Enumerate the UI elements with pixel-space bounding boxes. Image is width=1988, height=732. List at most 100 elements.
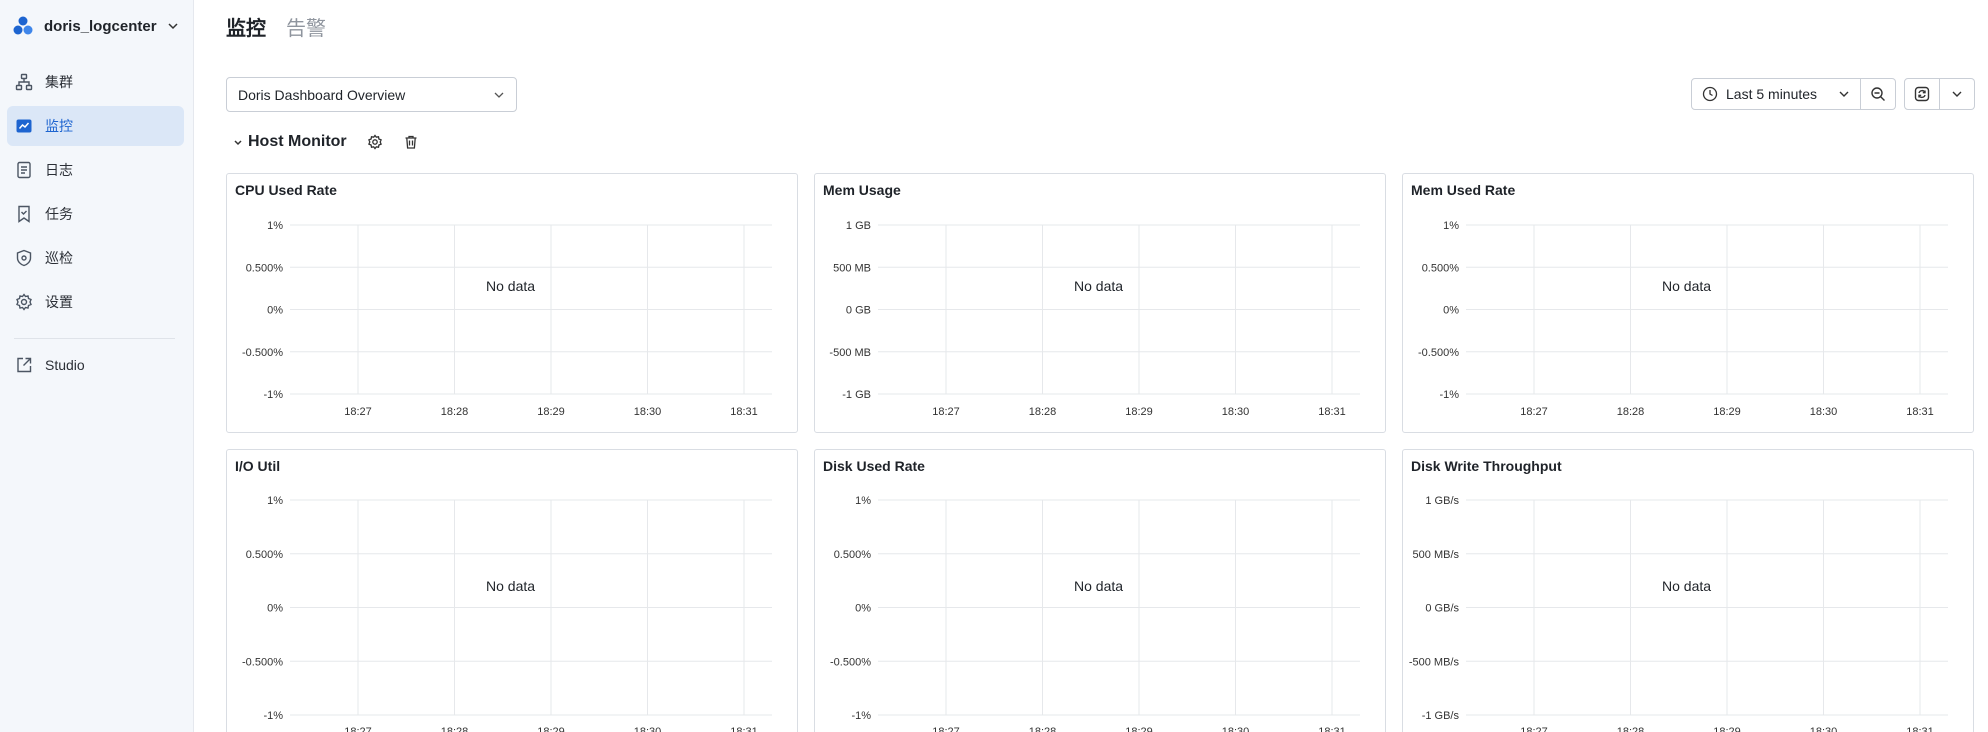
header-tabs: 监控 告警 <box>226 12 326 41</box>
sidebar-item-logs[interactable]: 日志 <box>7 150 184 190</box>
sidebar: doris_logcenter 集群 监控 日志 任务 巡检 设置 Studio <box>0 0 194 732</box>
y-tick-label: 0% <box>267 603 283 615</box>
x-tick-label: 18:28 <box>441 406 469 418</box>
x-tick-label: 18:31 <box>1906 406 1934 418</box>
refresh-interval-dropdown[interactable] <box>1940 78 1975 110</box>
y-tick-label: -0.500% <box>242 656 283 668</box>
sidebar-item-inspection[interactable]: 巡检 <box>7 238 184 278</box>
y-tick-label: 1% <box>267 495 283 507</box>
x-tick-label: 18:27 <box>1520 726 1548 732</box>
section-header: Host Monitor <box>232 130 419 154</box>
x-tick-label: 18:30 <box>634 726 662 732</box>
y-tick-label: 0% <box>267 305 283 317</box>
collapse-chevron-icon[interactable] <box>232 136 244 148</box>
x-tick-label: 18:30 <box>634 406 662 418</box>
x-tick-label: 18:31 <box>730 726 758 732</box>
sidebar-item-label: 集群 <box>45 74 73 90</box>
sidebar-item-label: 任务 <box>45 206 73 222</box>
sidebar-item-label: 巡检 <box>45 250 73 266</box>
dashboard-select[interactable]: Doris Dashboard Overview <box>226 77 517 112</box>
x-tick-label: 18:27 <box>932 406 960 418</box>
x-tick-label: 18:30 <box>1222 406 1250 418</box>
chart-panel-disk-used-rate: Disk Used Rate 1% 0.500% 0% -0.500% -1% 18:27 1… <box>814 449 1386 732</box>
sidebar-item-cluster[interactable]: 集群 <box>7 62 184 102</box>
y-tick-label: -500 MB/s <box>1409 656 1460 668</box>
tab-monitor[interactable]: 监控 <box>226 12 266 41</box>
no-data-label: No data <box>1074 278 1124 294</box>
sidebar-item-settings[interactable]: 设置 <box>7 282 184 322</box>
x-tick-label: 18:29 <box>537 726 565 732</box>
x-tick-label: 18:31 <box>1906 726 1934 732</box>
y-tick-label: 0.500% <box>1422 262 1460 274</box>
sidebar-item-label: Studio <box>45 357 85 373</box>
x-tick-label: 18:29 <box>1713 406 1741 418</box>
x-tick-label: 18:28 <box>1617 726 1645 732</box>
x-tick-label: 18:28 <box>1617 406 1645 418</box>
time-range-label: Last 5 minutes <box>1726 86 1818 102</box>
x-tick-label: 18:27 <box>344 726 372 732</box>
x-tick-label: 18:30 <box>1810 406 1838 418</box>
chart-panel-disk-write-throughput: Disk Write Throughput 1 GB/s 500 MB/s 0 GB/… <box>1402 449 1974 732</box>
y-tick-label: -1% <box>1439 389 1459 401</box>
chevron-down-icon <box>1952 91 1962 97</box>
refresh-icon <box>1914 86 1930 102</box>
tab-alerts[interactable]: 告警 <box>286 12 326 41</box>
x-tick-label: 18:28 <box>441 726 469 732</box>
y-tick-label: 1 GB <box>846 220 871 232</box>
x-tick-label: 18:29 <box>1713 726 1741 732</box>
bookmark-icon <box>15 205 33 223</box>
no-data-label: No data <box>1074 578 1124 594</box>
chart-panel-io-util: I/O Util 1% 0.500% 0% -0.500% -1% 18:27 18:28 18… <box>226 449 798 732</box>
sidebar-nav: 集群 监控 日志 任务 巡检 设置 <box>7 62 184 326</box>
x-tick-label: 18:28 <box>1029 726 1057 732</box>
section-delete-button[interactable] <box>403 134 419 150</box>
section-title: Host Monitor <box>248 133 347 150</box>
workspace-name: doris_logcenter <box>44 17 157 35</box>
no-data-label: No data <box>486 278 536 294</box>
document-icon <box>15 161 33 179</box>
x-tick-label: 18:29 <box>1125 406 1153 418</box>
sidebar-item-tasks[interactable]: 任务 <box>7 194 184 234</box>
y-tick-label: 0.500% <box>246 262 284 274</box>
y-tick-label: -0.500% <box>1418 347 1459 359</box>
refresh-button[interactable] <box>1904 78 1940 110</box>
y-tick-label: 1% <box>1443 220 1459 232</box>
y-tick-label: 0% <box>1443 305 1459 317</box>
y-tick-label: 0 GB/s <box>1425 603 1459 615</box>
y-tick-label: -0.500% <box>830 656 871 668</box>
dashboard-select-value: Doris Dashboard Overview <box>238 86 406 103</box>
y-tick-label: 500 MB <box>833 262 871 274</box>
x-tick-label: 18:29 <box>1125 726 1153 732</box>
time-range-picker[interactable]: Last 5 minutes <box>1691 78 1861 110</box>
sidebar-item-monitor[interactable]: 监控 <box>7 106 184 146</box>
y-tick-label: -0.500% <box>242 347 283 359</box>
x-tick-label: 18:31 <box>730 406 758 418</box>
chart-panel-cpu-used-rate: CPU Used Rate 1% 0.500% 0% -0.500% -1% 18:27 18… <box>226 173 798 433</box>
gear-icon <box>367 134 382 150</box>
y-tick-label: -1 GB <box>842 389 871 401</box>
refresh-group <box>1904 78 1975 110</box>
sidebar-item-studio[interactable]: Studio <box>7 345 184 385</box>
chart-icon <box>15 117 33 135</box>
chart-plot: 1 GB 500 MB 0 GB -500 MB -1 GB 18:27 18:28 18:2… <box>829 220 1360 418</box>
y-tick-label: -1% <box>263 389 283 401</box>
x-tick-label: 18:27 <box>932 726 960 732</box>
y-tick-label: 0 GB <box>846 305 871 317</box>
logo-icon <box>13 16 33 35</box>
y-tick-label: 500 MB/s <box>1413 549 1460 561</box>
shield-icon <box>15 249 33 267</box>
chevron-down-icon <box>1839 91 1849 97</box>
y-tick-label: 0.500% <box>246 549 284 561</box>
sidebar-item-label: 设置 <box>45 294 73 310</box>
no-data-label: No data <box>486 578 536 594</box>
workspace-switcher[interactable]: doris_logcenter <box>12 12 182 40</box>
external-link-icon <box>15 356 33 374</box>
chart-plot: 1% 0.500% 0% -0.500% -1% 18:27 18:28 18:29 18:30… <box>1418 220 1948 418</box>
cluster-icon <box>15 73 33 91</box>
section-settings-button[interactable] <box>367 134 383 150</box>
no-data-label: No data <box>1662 278 1712 294</box>
zoom-out-button[interactable] <box>1861 78 1896 110</box>
y-tick-label: 0.500% <box>834 549 872 561</box>
clock-icon <box>1702 86 1718 102</box>
chart-panel-mem-usage: Mem Usage 1 GB 500 MB 0 GB -500 MB -1 GB 18:27… <box>814 173 1386 433</box>
